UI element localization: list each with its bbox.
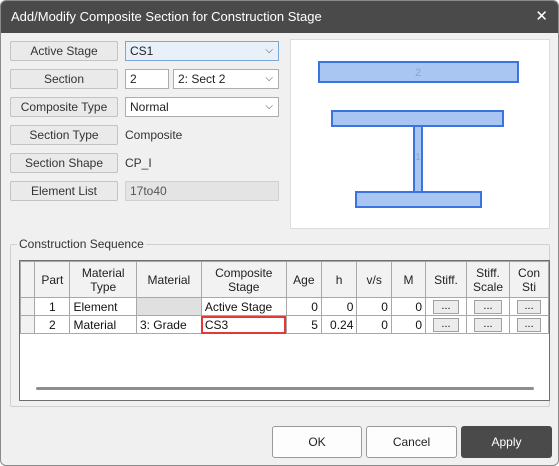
column-header-material[interactable]: Material	[135, 261, 202, 298]
con-stiff-cell: ...	[509, 297, 549, 316]
stiff-scale-cell: ...	[465, 297, 511, 316]
stiff-scale-ellipsis-button[interactable]: ...	[473, 317, 503, 332]
vs-cell[interactable]: 0	[356, 297, 392, 316]
composite-type-select[interactable]: Normal ⌵	[125, 97, 279, 117]
section-number-input[interactable]: 2	[125, 69, 169, 89]
apply-button[interactable]: Apply	[461, 426, 552, 458]
construction-sequence-title: Construction Sequence	[17, 237, 146, 251]
sequence-table: Part Material Type Material Composite Stag…	[20, 261, 549, 334]
stiff-scale-cell: ...	[465, 315, 511, 334]
row-selector[interactable]	[20, 297, 36, 316]
section-label: Section	[10, 69, 118, 89]
section-type-value: Composite	[125, 128, 183, 142]
column-header-material-type[interactable]: Material Type	[69, 261, 137, 298]
section-drawing: 2 1	[318, 61, 519, 208]
column-header-con-stiff[interactable]: Con Sti	[509, 261, 549, 298]
header-row: Part Material Type Material Composite Stag…	[20, 261, 549, 298]
material-cell[interactable]: 3: Grade	[135, 315, 202, 334]
cancel-button[interactable]: Cancel	[366, 426, 457, 458]
stiff-cell: ...	[425, 297, 467, 316]
composite-stage-cell[interactable]: Active Stage	[200, 297, 287, 316]
dialog-window: Add/Modify Composite Section for Constru…	[0, 0, 559, 466]
section-type-label: Section Type	[10, 125, 118, 145]
con-stiff-ellipsis-button[interactable]: ...	[517, 317, 541, 332]
h-cell[interactable]: 0	[320, 297, 358, 316]
stiff-ellipsis-button[interactable]: ...	[433, 317, 459, 332]
active-stage-value: CS1	[130, 44, 154, 58]
section-select-value: 2: Sect 2	[178, 72, 226, 86]
row-selector-header	[20, 261, 36, 298]
stiff-ellipsis-button[interactable]: ...	[433, 299, 459, 314]
close-icon[interactable]: ✕	[535, 7, 548, 25]
row-selector[interactable]	[20, 315, 36, 334]
section-shape-value: CP_I	[125, 156, 152, 170]
construction-sequence-grid: Part Material Type Material Composite Stag…	[19, 260, 550, 401]
age-cell[interactable]: 0	[285, 297, 322, 316]
stiff-scale-ellipsis-button[interactable]: ...	[473, 299, 503, 314]
composite-stage-cell-editing[interactable]: CS3	[200, 315, 287, 334]
web-part-label: 1	[415, 152, 420, 162]
m-cell[interactable]: 0	[390, 315, 427, 334]
age-cell[interactable]: 5	[285, 315, 322, 334]
active-stage-label: Active Stage	[10, 41, 118, 61]
section-select[interactable]: 2: Sect 2 ⌵	[173, 69, 279, 89]
material-type-cell[interactable]: Element	[69, 297, 137, 316]
part-cell: 2	[34, 315, 71, 334]
element-list-label: Element List	[10, 181, 118, 201]
window-title: Add/Modify Composite Section for Constru…	[11, 9, 322, 24]
part-cell: 1	[34, 297, 71, 316]
column-header-composite-stage[interactable]: Composite Stage	[200, 261, 287, 298]
h-cell[interactable]: 0.24	[320, 315, 358, 334]
material-cell	[135, 297, 202, 316]
material-type-cell[interactable]: Material	[69, 315, 137, 334]
column-header-stiff[interactable]: Stiff.	[425, 261, 467, 298]
column-header-m[interactable]: M	[390, 261, 427, 298]
chevron-down-icon: ⌵	[265, 45, 273, 56]
slab-part-label: 2	[415, 67, 421, 79]
column-header-h[interactable]: h	[320, 261, 358, 298]
chevron-down-icon: ⌵	[265, 101, 273, 112]
column-header-part[interactable]: Part	[34, 261, 71, 298]
composite-type-label: Composite Type	[10, 97, 118, 117]
chevron-down-icon: ⌵	[265, 73, 273, 84]
active-stage-select[interactable]: CS1 ⌵	[125, 41, 279, 61]
table-row[interactable]: 2 Material 3: Grade CS3 5 0.24 0 0 ... .…	[20, 315, 549, 334]
title-bar: Add/Modify Composite Section for Constru…	[1, 1, 558, 33]
ok-button[interactable]: OK	[272, 426, 362, 458]
con-stiff-cell: ...	[509, 315, 549, 334]
composite-type-value: Normal	[130, 100, 169, 114]
section-preview: 2 1	[290, 39, 550, 229]
column-header-age[interactable]: Age	[285, 261, 322, 298]
vs-cell[interactable]: 0	[356, 315, 392, 334]
table-row[interactable]: 1 Element Active Stage 0 0 0 0 ... ... .…	[20, 297, 549, 316]
top-flange-shape	[331, 110, 504, 127]
stiff-cell: ...	[425, 315, 467, 334]
bottom-flange-shape	[355, 191, 482, 208]
column-header-vs[interactable]: v/s	[356, 261, 392, 298]
m-cell[interactable]: 0	[390, 297, 427, 316]
column-header-stiff-scale[interactable]: Stiff. Scale	[465, 261, 511, 298]
section-shape-label: Section Shape	[10, 153, 118, 173]
horizontal-scrollbar[interactable]	[36, 387, 534, 390]
element-list-field: 17to40	[125, 181, 279, 201]
con-stiff-ellipsis-button[interactable]: ...	[517, 299, 541, 314]
